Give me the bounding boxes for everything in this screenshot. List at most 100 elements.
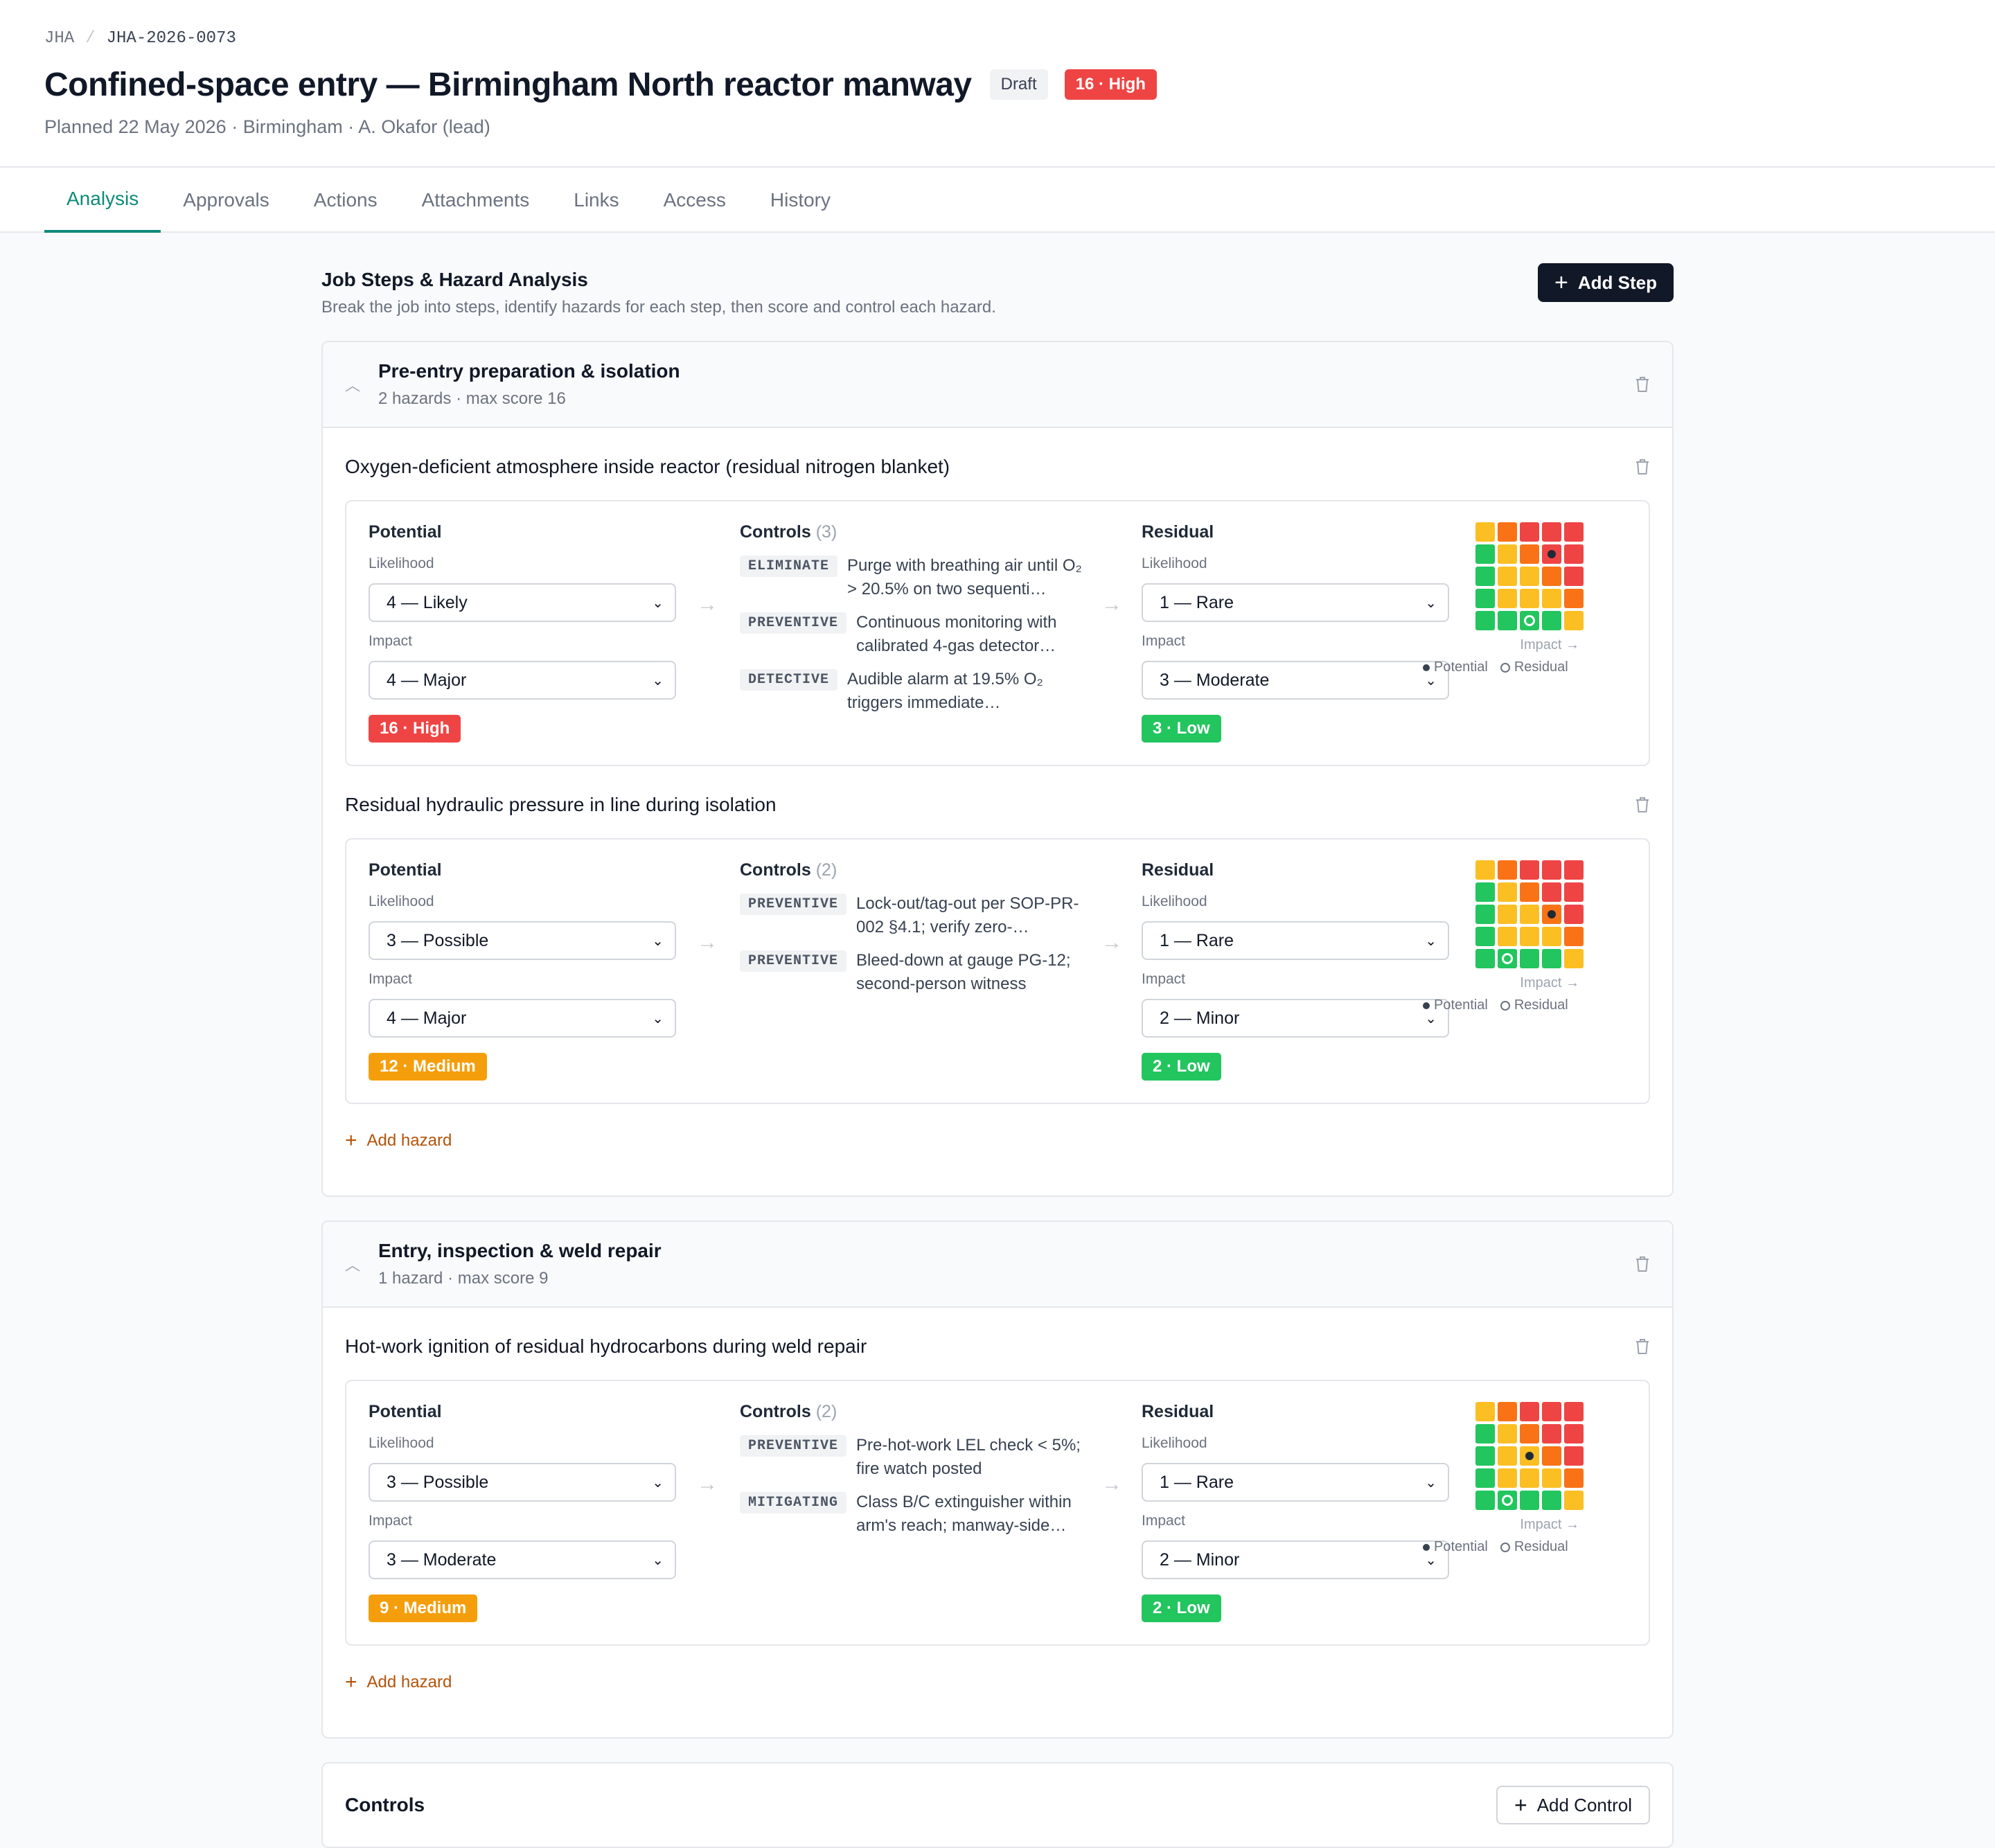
- risk-matrix: [1475, 860, 1584, 968]
- control-text: Purge with breathing air until O₂ > 20.5…: [847, 556, 1082, 598]
- potential-likelihood-select[interactable]: 3 — Possible ⌄: [369, 1463, 676, 1502]
- tab-approvals[interactable]: Approvals: [161, 168, 292, 233]
- control-item[interactable]: PREVENTIVE Continuous monitoring with cal…: [740, 611, 1093, 658]
- potential-column: Potential Likelihood 3 — Possible ⌄ Impact 3 …: [369, 1402, 676, 1622]
- potential-column: Potential Likelihood 4 — Likely ⌄ Impact 4 — …: [369, 522, 676, 743]
- legend-potential: Potential: [1423, 659, 1488, 675]
- matrix-cell: [1542, 544, 1561, 564]
- add-step-button[interactable]: + Add Step: [1538, 263, 1674, 302]
- controls-heading: Controls (2): [740, 1402, 1093, 1424]
- add-hazard-button[interactable]: + Add hazard: [345, 1646, 1650, 1712]
- chevron-up-icon[interactable]: ︿: [345, 373, 362, 396]
- residual-score-badge: 2 · Low: [1142, 1053, 1221, 1081]
- tab-actions[interactable]: Actions: [292, 168, 400, 233]
- control-type-tag: DETECTIVE: [740, 669, 838, 691]
- matrix-cell: [1542, 927, 1561, 946]
- select-value: 3 — Moderate: [387, 1549, 497, 1570]
- ring-icon: [1500, 1000, 1510, 1011]
- likelihood-label: Likelihood: [369, 1435, 434, 1451]
- potential-impact-select[interactable]: 4 — Major ⌄: [369, 661, 676, 700]
- control-item[interactable]: PREVENTIVE Lock-out/tag-out per SOP-PR-00…: [740, 892, 1093, 939]
- chevron-up-icon[interactable]: ︿: [345, 1253, 362, 1275]
- add-control-button[interactable]: + Add Control: [1496, 1786, 1650, 1824]
- tab-history[interactable]: History: [748, 168, 853, 233]
- legend-residual: Residual: [1500, 659, 1568, 675]
- potential-likelihood-select[interactable]: 4 — Likely ⌄: [369, 583, 676, 622]
- controls-heading-label: Controls: [740, 522, 811, 542]
- potential-marker: [1525, 1452, 1534, 1460]
- controls-heading-label: Controls: [740, 860, 811, 880]
- page-subtitle: Planned 22 May 2026 · Birmingham · A. Ok…: [44, 116, 490, 137]
- residual-impact-select[interactable]: 2 — Minor ⌄: [1142, 1540, 1449, 1579]
- controls-count: (2): [815, 860, 837, 880]
- potential-heading: Potential: [369, 1402, 442, 1421]
- delete-step-trash-icon[interactable]: [1635, 1256, 1650, 1272]
- tab-bar: Analysis Approvals Actions Attachments L…: [0, 168, 1995, 233]
- matrix-cell: [1498, 1491, 1517, 1510]
- control-item[interactable]: DETECTIVE Audible alarm at 19.5% O₂ trigg…: [740, 668, 1093, 715]
- matrix-cell: [1498, 1468, 1517, 1488]
- delete-hazard-trash-icon[interactable]: [1635, 1338, 1650, 1355]
- controls-heading: Controls (2): [740, 860, 1093, 882]
- control-item[interactable]: MITIGATING Class B/C extinguisher within …: [740, 1491, 1093, 1538]
- select-value: 4 — Major: [387, 1008, 467, 1028]
- residual-marker: [1502, 953, 1513, 964]
- residual-impact-select[interactable]: 3 — Moderate ⌄: [1142, 661, 1449, 700]
- residual-likelihood-select[interactable]: 1 — Rare ⌄: [1142, 1463, 1449, 1502]
- legend-potential: Potential: [1423, 997, 1488, 1013]
- matrix-cell: [1520, 589, 1539, 608]
- matrix-cell: [1520, 611, 1539, 630]
- chevron-down-icon: ⌄: [1425, 595, 1437, 611]
- delete-hazard-trash-icon[interactable]: [1635, 797, 1650, 813]
- risk-matrix: [1475, 1402, 1584, 1510]
- delete-hazard-trash-icon[interactable]: [1635, 459, 1650, 475]
- matrix-cell: [1498, 1446, 1517, 1466]
- matrix-cell: [1520, 949, 1539, 968]
- potential-likelihood-select[interactable]: 3 — Possible ⌄: [369, 921, 676, 960]
- control-item[interactable]: PREVENTIVE Pre-hot-work LEL check < 5%; f…: [740, 1434, 1093, 1481]
- hazard-header: Oxygen-deficient atmosphere inside react…: [345, 428, 1650, 500]
- delete-step-trash-icon[interactable]: [1635, 376, 1650, 393]
- step-body: Oxygen-deficient atmosphere inside react…: [323, 428, 1672, 1196]
- control-text: Lock-out/tag-out per SOP-PR-002 §4.1; ve…: [856, 894, 1079, 936]
- potential-heading: Potential: [369, 860, 442, 880]
- control-text: Class B/C extinguisher within arm's reac…: [856, 1493, 1072, 1535]
- add-hazard-button[interactable]: + Add hazard: [345, 1104, 1650, 1171]
- matrix-cell: [1498, 905, 1517, 924]
- matrix-cell: [1498, 882, 1517, 902]
- likelihood-label: Likelihood: [1142, 894, 1207, 909]
- residual-likelihood-select[interactable]: 1 — Rare ⌄: [1142, 583, 1449, 622]
- potential-impact-select[interactable]: 3 — Moderate ⌄: [369, 1540, 676, 1579]
- tab-analysis[interactable]: Analysis: [44, 168, 161, 233]
- risk-matrix: [1475, 522, 1584, 630]
- hazard-card: Potential Likelihood 3 — Possible ⌄ Impact 4 …: [345, 838, 1650, 1104]
- select-value: 1 — Rare: [1160, 930, 1234, 950]
- page-title: Confined-space entry — Birmingham North …: [44, 66, 972, 103]
- residual-likelihood-select[interactable]: 1 — Rare ⌄: [1142, 921, 1449, 960]
- tab-attachments[interactable]: Attachments: [400, 168, 552, 233]
- matrix-cell: [1475, 1402, 1495, 1421]
- matrix-cell: [1498, 567, 1517, 586]
- control-item[interactable]: ELIMINATE Purge with breathing air until …: [740, 554, 1093, 601]
- controls-column: Controls (2) PREVENTIVE Pre-hot-work LEL c…: [740, 1402, 1093, 1538]
- tab-access[interactable]: Access: [641, 168, 748, 233]
- select-value: 1 — Rare: [1160, 1472, 1234, 1492]
- control-type-tag: ELIMINATE: [740, 556, 838, 577]
- breadcrumb-root[interactable]: JHA: [44, 29, 74, 48]
- arrow-right-icon: →: [1101, 593, 1122, 616]
- add-control-label: Add Control: [1536, 1794, 1632, 1815]
- matrix-axis-label: Impact →: [1520, 1517, 1579, 1532]
- matrix-cell: [1542, 1402, 1561, 1421]
- step-header[interactable]: ︿ Pre-entry preparation & isolation 2 haza…: [323, 342, 1672, 428]
- potential-score-badge: 9 · Medium: [369, 1594, 478, 1622]
- residual-impact-select[interactable]: 2 — Minor ⌄: [1142, 999, 1449, 1038]
- matrix-cell: [1564, 567, 1584, 586]
- hazard-card: Potential Likelihood 3 — Possible ⌄ Impact 3 …: [345, 1380, 1650, 1646]
- tab-links[interactable]: Links: [551, 168, 641, 233]
- matrix-cell: [1475, 611, 1495, 630]
- potential-impact-select[interactable]: 4 — Major ⌄: [369, 999, 676, 1038]
- section-title: Job Steps & Hazard Analysis: [321, 269, 588, 290]
- step-header[interactable]: ︿ Entry, inspection & weld repair 1 hazard…: [323, 1222, 1672, 1308]
- control-item[interactable]: PREVENTIVE Bleed-down at gauge PG-12; sec…: [740, 949, 1093, 996]
- matrix-cell: [1542, 949, 1561, 968]
